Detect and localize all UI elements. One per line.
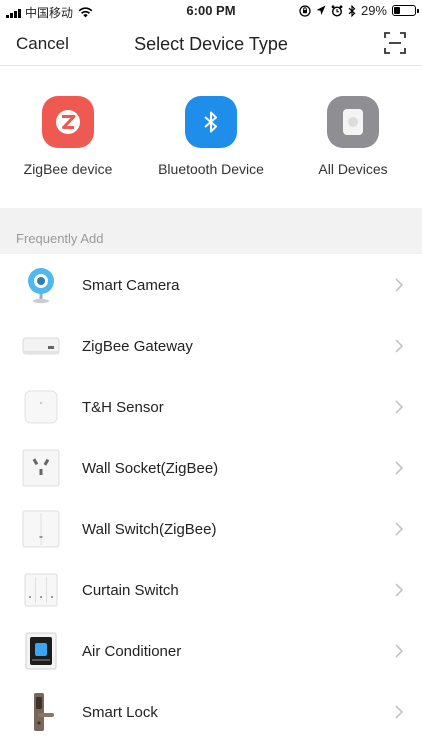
chevron-right-icon — [395, 705, 404, 719]
list-item[interactable]: Wall Switch(ZigBee) — [0, 498, 422, 559]
location-icon — [316, 5, 326, 15]
wall-switch-icon — [22, 510, 60, 548]
chevron-right-icon — [395, 339, 404, 353]
list-item-label: Wall Switch(ZigBee) — [82, 521, 217, 538]
list-item[interactable]: Wall Socket(ZigBee) — [0, 437, 422, 498]
list-item-label: Smart Camera — [82, 277, 180, 294]
zigbee-device-label: ZigBee device — [23, 161, 113, 177]
bluetooth-device-option[interactable]: Bluetooth Device — [141, 96, 281, 177]
list-item-label: Air Conditioner — [82, 643, 182, 660]
list-item-label: T&H Sensor — [82, 399, 164, 416]
alarm-icon — [331, 4, 343, 17]
nav-bar: Cancel Select Device Type — [0, 22, 422, 66]
battery-percent: 29% — [360, 3, 387, 18]
lock-icon — [22, 693, 60, 731]
sensor-icon — [22, 388, 60, 426]
section-header: Frequently Add — [0, 208, 422, 254]
section-title: Frequently Add — [16, 231, 104, 246]
device-list: Smart Camera ZigBee Gateway T&H Sensor W… — [0, 254, 422, 742]
list-item-label: Curtain Switch — [82, 582, 179, 599]
rotation-lock-icon — [299, 4, 311, 17]
list-item[interactable]: Curtain Switch — [0, 559, 422, 620]
curtain-switch-icon — [22, 571, 60, 609]
device-type-row: ZigBee device Bluetooth Device All Devic… — [0, 66, 422, 208]
battery-icon — [392, 5, 419, 16]
list-item[interactable]: ZigBee Gateway — [0, 315, 422, 376]
chevron-right-icon — [395, 278, 404, 292]
status-right: 29% — [299, 3, 419, 18]
zigbee-device-option[interactable]: ZigBee device — [0, 96, 138, 177]
cancel-button[interactable]: Cancel — [16, 34, 69, 54]
chevron-right-icon — [395, 644, 404, 658]
list-item[interactable]: Smart Lock — [0, 681, 422, 742]
socket-icon — [22, 449, 60, 487]
camera-icon — [22, 266, 60, 304]
chevron-right-icon — [395, 583, 404, 597]
list-item[interactable]: T&H Sensor — [0, 376, 422, 437]
all-devices-icon — [327, 96, 379, 148]
list-item-label: Smart Lock — [82, 704, 158, 721]
list-item-label: ZigBee Gateway — [82, 338, 193, 355]
status-bar: 中国移动 6:00 PM 29% — [0, 0, 422, 22]
scan-icon[interactable] — [384, 32, 406, 54]
all-devices-label: All Devices — [318, 161, 388, 177]
chevron-right-icon — [395, 400, 404, 414]
gateway-icon — [22, 327, 60, 365]
air-conditioner-icon — [22, 632, 60, 670]
bluetooth-icon — [185, 96, 237, 148]
battery-level — [394, 7, 400, 14]
bluetooth-status-icon — [348, 4, 356, 17]
chevron-right-icon — [395, 522, 404, 536]
zigbee-icon — [42, 96, 94, 148]
list-item[interactable]: Smart Camera — [0, 254, 422, 315]
list-item-label: Wall Socket(ZigBee) — [82, 460, 219, 477]
list-item[interactable]: Air Conditioner — [0, 620, 422, 681]
all-devices-option[interactable]: All Devices — [283, 96, 422, 177]
chevron-right-icon — [395, 461, 404, 475]
bluetooth-device-label: Bluetooth Device — [158, 161, 264, 177]
